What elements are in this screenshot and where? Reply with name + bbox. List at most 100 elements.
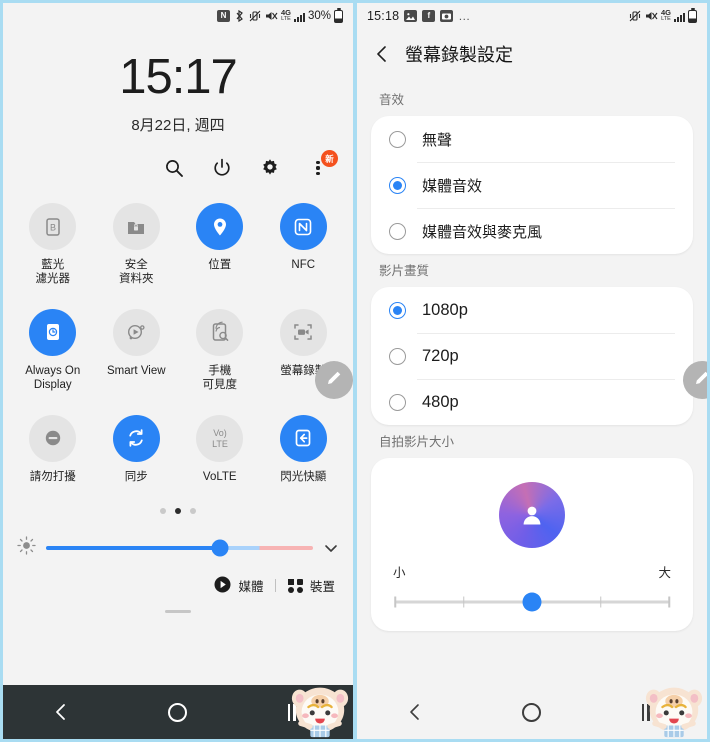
secure-folder-icon bbox=[112, 203, 160, 250]
tile-label: 安全 資料夾 bbox=[119, 259, 154, 286]
overflow-menu-icon[interactable]: 新 bbox=[307, 150, 338, 179]
devices-label: 裝置 bbox=[309, 580, 335, 595]
volte-icon: Vo) LTE bbox=[196, 414, 244, 462]
left-status-bar: N 4G LTE 30% bbox=[3, 3, 353, 29]
option-1080p[interactable]: 1080p bbox=[371, 287, 693, 333]
back-chevron-icon bbox=[410, 704, 420, 720]
devices-button[interactable]: 裝置 bbox=[288, 576, 335, 595]
flash-popup-icon bbox=[279, 414, 327, 462]
tile-label: 閃光快顯 bbox=[280, 470, 327, 483]
pager-dot-active[interactable] bbox=[175, 507, 181, 514]
svg-text:B: B bbox=[50, 222, 56, 232]
radio-button-selected[interactable] bbox=[389, 176, 406, 194]
nav-back-button[interactable] bbox=[36, 697, 86, 727]
search-icon[interactable] bbox=[163, 157, 185, 179]
slider-tick bbox=[668, 596, 670, 608]
tile-phone-visibility[interactable]: 手機 可見度 bbox=[178, 308, 262, 393]
brightness-slider-knob[interactable] bbox=[211, 539, 229, 557]
edit-tiles-fab[interactable] bbox=[315, 361, 353, 399]
battery-icon bbox=[334, 7, 343, 23]
quick-panel-bottom-bar: 媒體 裝置 bbox=[3, 560, 353, 596]
smart-view-icon bbox=[112, 308, 160, 356]
settings-gear-icon[interactable] bbox=[259, 157, 281, 179]
tile-smart-view[interactable]: Smart View bbox=[95, 308, 179, 393]
power-icon[interactable] bbox=[211, 157, 233, 179]
left-phone-screen: N 4G LTE 30% 15:17 8月22日, 週四 新 B 藍光 濾光器 … bbox=[0, 0, 355, 742]
tile-label: Smart View bbox=[106, 364, 166, 377]
slider-knob[interactable] bbox=[522, 592, 542, 612]
pencil-icon bbox=[325, 369, 343, 392]
bottom-divider bbox=[275, 579, 277, 593]
mute-icon bbox=[645, 10, 658, 23]
option-label: 媒體音效 bbox=[422, 177, 483, 195]
gallery-icon bbox=[404, 10, 418, 22]
radio-button[interactable] bbox=[389, 130, 406, 148]
tiles-pager[interactable] bbox=[3, 484, 353, 514]
clock-date: 8月22日, 週四 bbox=[131, 117, 225, 134]
tile-label: VoLTE bbox=[202, 470, 237, 483]
option-media-sound[interactable]: 媒體音效 bbox=[371, 162, 693, 208]
tile-secure-folder[interactable]: 安全 資料夾 bbox=[95, 203, 179, 287]
media-button[interactable]: 媒體 bbox=[214, 576, 263, 596]
screen-recorder-icon bbox=[279, 308, 327, 356]
back-chevron-icon[interactable] bbox=[373, 45, 391, 63]
always-on-display-icon bbox=[29, 308, 77, 356]
right-status-left: 15:18 f … bbox=[367, 9, 471, 23]
option-720p[interactable]: 720p bbox=[371, 333, 693, 379]
section-title-audio: 音效 bbox=[379, 93, 405, 107]
mute-icon bbox=[265, 10, 278, 23]
tile-sync[interactable]: 同步 bbox=[95, 414, 179, 484]
grid-devices-icon bbox=[288, 578, 303, 594]
tile-label: 手機 可見度 bbox=[202, 364, 238, 392]
sync-icon bbox=[112, 414, 160, 462]
tile-do-not-disturb[interactable]: 請勿打擾 bbox=[11, 414, 95, 484]
left-status-icons: N 4G LTE 30% bbox=[216, 7, 343, 23]
nav-back-button[interactable] bbox=[390, 697, 440, 727]
settings-header: 螢幕錄製設定 bbox=[357, 29, 707, 83]
tile-always-on-display[interactable]: Always On Display bbox=[11, 308, 95, 393]
radio-button[interactable] bbox=[389, 222, 406, 240]
right-phone-screen: 15:18 f … 4G LTE 螢幕錄製設定 音效 無聲 媒體音效 媒體音效與… bbox=[355, 0, 710, 742]
nav-home-button[interactable] bbox=[153, 697, 203, 727]
pig-mascot-watermark bbox=[645, 687, 703, 738]
nfc-icon bbox=[279, 203, 327, 250]
signal-icon bbox=[674, 11, 685, 22]
radio-button-selected[interactable] bbox=[389, 301, 406, 319]
tile-nfc[interactable]: NFC bbox=[262, 203, 346, 287]
slider-min-label: 小 bbox=[393, 566, 406, 580]
tile-blue-light-filter[interactable]: B 藍光 濾光器 bbox=[11, 203, 95, 287]
pig-mascot-watermark bbox=[291, 687, 349, 738]
selfie-slider-labels: 小 大 bbox=[371, 562, 693, 581]
video-quality-card: 1080p 720p 480p bbox=[371, 287, 693, 425]
tile-label: 同步 bbox=[124, 470, 148, 483]
tile-volte[interactable]: Vo) LTE VoLTE bbox=[178, 414, 262, 484]
kebab-dots bbox=[316, 160, 320, 176]
quick-settings-tiles: B 藍光 濾光器 安全 資料夾 位置 NFC Always On Display… bbox=[3, 179, 353, 484]
quick-panel-actions: 新 bbox=[3, 135, 353, 179]
option-label: 720p bbox=[422, 346, 459, 365]
brightness-slider[interactable] bbox=[46, 539, 313, 557]
brightness-icon bbox=[17, 536, 36, 560]
pager-dot[interactable] bbox=[160, 507, 166, 514]
facebook-icon: f bbox=[422, 10, 436, 22]
option-media-sound-and-mic[interactable]: 媒體音效與麥克風 bbox=[371, 208, 693, 254]
tile-location[interactable]: 位置 bbox=[178, 203, 262, 287]
pager-dot[interactable] bbox=[190, 507, 196, 514]
option-480p[interactable]: 480p bbox=[371, 379, 693, 425]
slider-tick bbox=[462, 596, 465, 608]
quick-settings-panel: 15:17 8月22日, 週四 新 B 藍光 濾光器 安全 資料夾 位置 NFC… bbox=[3, 29, 353, 711]
nav-home-button[interactable] bbox=[507, 697, 557, 727]
4g-icon: 4G LTE bbox=[660, 8, 671, 22]
tile-flash-popup[interactable]: 閃光快顯 bbox=[262, 414, 346, 484]
radio-button[interactable] bbox=[389, 347, 406, 365]
radio-button[interactable] bbox=[389, 393, 406, 411]
lockscreen-clock: 15:17 8月22日, 週四 bbox=[3, 29, 353, 135]
chevron-down-icon[interactable] bbox=[323, 540, 339, 556]
dual-screenshot-container: N 4G LTE 30% 15:17 8月22日, 週四 新 B 藍光 濾光器 … bbox=[0, 0, 710, 742]
panel-drag-handle[interactable] bbox=[165, 609, 191, 613]
tile-label: Always On Display bbox=[25, 364, 81, 392]
selfie-size-slider[interactable] bbox=[394, 592, 670, 612]
section-title-video-quality: 影片畫質 bbox=[379, 264, 430, 278]
phone-visibility-icon bbox=[196, 308, 244, 356]
option-silent[interactable]: 無聲 bbox=[371, 116, 693, 162]
